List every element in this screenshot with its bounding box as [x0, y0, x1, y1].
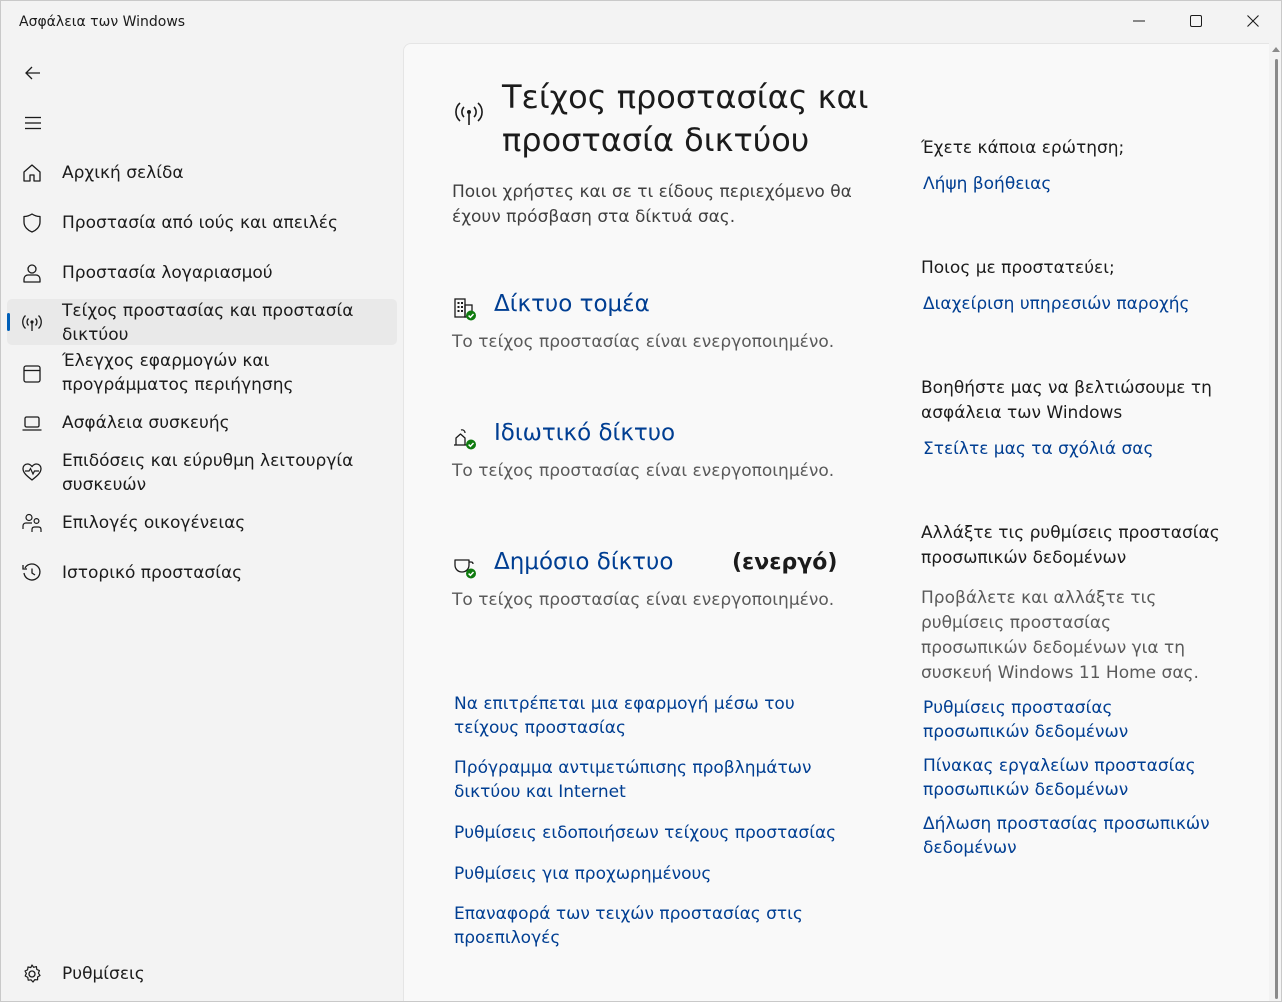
family-icon: [21, 512, 43, 534]
sidebar-item-family-options[interactable]: Επιλογές οικογένειας: [7, 505, 397, 541]
maximize-button[interactable]: [1168, 1, 1224, 41]
privacy-heading: Αλλάξτε τις ρυθμίσεις προστασίας προσωπι…: [921, 523, 1220, 568]
sidebar-item-label: Ασφάλεια συσκευής: [62, 413, 230, 433]
network-troubleshooter-link[interactable]: Πρόγραμμα αντιμετώπισης προβλημάτων δικτ…: [454, 756, 864, 804]
scrollbar-thumb[interactable]: [1275, 59, 1278, 999]
private-network-status: Το τείχος προστασίας είναι ενεργοποιημέν…: [452, 461, 835, 481]
heart-pulse-icon: [21, 461, 43, 483]
privacy-text: Προβάλετε και αλλάξτε τις ρυθμίσεις προσ…: [921, 588, 1199, 683]
sidebar-item-device-security[interactable]: Ασφάλεια συσκευής: [7, 405, 397, 441]
sidebar-item-firewall[interactable]: Τείχος προστασίας και προστασία δικτύου: [7, 299, 397, 345]
get-help-link[interactable]: Λήψη βοήθειας: [923, 172, 1223, 196]
private-network-icon: [452, 425, 478, 451]
sidebar-item-label: Επιδόσεις και εύρυθμη λειτουργία συσκευώ…: [62, 451, 354, 495]
maximize-icon: [1190, 15, 1202, 27]
page-title: Τείχος προστασίας και προστασία δικτύου: [502, 78, 869, 159]
gear-icon: [21, 963, 43, 985]
sidebar-item-protection-history[interactable]: Ιστορικό προστασίας: [7, 555, 397, 591]
vertical-scrollbar[interactable]: [1270, 43, 1282, 1001]
privacy-statement-link[interactable]: Δήλωση προστασίας προσωπικών δεδομένων: [923, 812, 1223, 860]
privacy-settings-link[interactable]: Ρυθμίσεις προστασίας προσωπικών δεδομένω…: [923, 696, 1223, 744]
title-bar: Ασφάλεια των Windows: [1, 1, 1281, 43]
page-description: Ποιοι χρήστες και σε τι είδους περιεχόμε…: [452, 182, 852, 227]
privacy-dashboard-link[interactable]: Πίνακας εργαλείων προστασίας προσωπικών …: [923, 754, 1223, 802]
menu-button[interactable]: [15, 105, 51, 141]
domain-network-section: Δίκτυο τομέα Το τείχος προστασίας είναι …: [452, 292, 872, 362]
app-browser-icon: [21, 363, 43, 385]
close-icon: [1247, 15, 1259, 27]
notification-settings-link[interactable]: Ρυθμίσεις ειδοποιήσεων τείχους προστασία…: [454, 821, 864, 845]
sidebar-item-label: Προστασία λογαριασμού: [62, 263, 273, 283]
sidebar-item-settings[interactable]: Ρυθμίσεις: [7, 956, 397, 992]
private-network-section: Ιδιωτικό δίκτυο Το τείχος προστασίας είν…: [452, 421, 872, 491]
app-window: Ασφάλεια των Windows Αρχική σελίδα Προστ…: [0, 0, 1282, 1002]
minimize-button[interactable]: [1111, 1, 1167, 41]
active-network-badge: (ενεργό): [732, 550, 838, 575]
back-button[interactable]: [15, 55, 51, 91]
sidebar-item-home[interactable]: Αρχική σελίδα: [7, 155, 397, 191]
shield-icon: [21, 212, 43, 234]
sidebar: Αρχική σελίδα Προστασία από ιούς και απε…: [1, 43, 403, 1001]
person-icon: [21, 262, 43, 284]
antenna-icon: [21, 312, 43, 334]
public-network-status: Το τείχος προστασίας είναι ενεργοποιημέν…: [452, 590, 835, 610]
sidebar-item-label: Ιστορικό προστασίας: [62, 563, 243, 583]
feedback-link[interactable]: Στείλτε μας τα σχόλιά σας: [923, 437, 1223, 461]
public-network-link[interactable]: Δημόσιο δίκτυο: [494, 550, 673, 574]
sidebar-item-label: Επιλογές οικογένειας: [62, 513, 246, 533]
sidebar-item-label: Αρχική σελίδα: [62, 163, 184, 183]
sidebar-item-label: Τείχος προστασίας και προστασία δικτύου: [62, 301, 354, 345]
minimize-icon: [1133, 20, 1145, 22]
sidebar-item-device-performance[interactable]: Επιδόσεις και εύρυθμη λειτουργία συσκευώ…: [7, 449, 397, 499]
home-icon: [21, 162, 43, 184]
sidebar-item-label: Ρυθμίσεις: [62, 964, 145, 984]
history-icon: [21, 562, 43, 584]
improve-heading: Βοηθήστε μας να βελτιώσουμε τη ασφάλεια …: [921, 378, 1212, 423]
question-heading: Έχετε κάποια ερώτηση;: [921, 138, 1125, 158]
advanced-settings-link[interactable]: Ρυθμίσεις για προχωρημένους: [454, 862, 864, 886]
allow-app-link[interactable]: Να επιτρέπεται μια εφαρμογή μέσω του τεί…: [454, 692, 864, 740]
scroll-up-arrow-icon[interactable]: [1272, 47, 1280, 52]
hamburger-icon: [25, 116, 41, 130]
sidebar-item-account-protection[interactable]: Προστασία λογαριασμού: [7, 255, 397, 291]
restore-defaults-link[interactable]: Επαναφορά των τειχών προστασίας στις προ…: [454, 902, 864, 950]
manage-providers-link[interactable]: Διαχείριση υπηρεσιών παροχής: [923, 292, 1223, 316]
sidebar-item-label: Προστασία από ιούς και απειλές: [62, 213, 338, 233]
who-protects-heading: Ποιος με προστατεύει;: [921, 258, 1115, 278]
antenna-icon: [454, 99, 484, 129]
private-network-link[interactable]: Ιδιωτικό δίκτυο: [494, 421, 675, 445]
main-content: Τείχος προστασίας και προστασία δικτύου …: [403, 43, 1269, 1001]
domain-network-link[interactable]: Δίκτυο τομέα: [494, 292, 650, 316]
laptop-icon: [21, 412, 43, 434]
domain-network-status: Το τείχος προστασίας είναι ενεργοποιημέν…: [452, 332, 835, 352]
back-arrow-icon: [25, 66, 40, 80]
window-title: Ασφάλεια των Windows: [19, 14, 186, 30]
close-button[interactable]: [1225, 1, 1281, 41]
sidebar-item-virus-protection[interactable]: Προστασία από ιούς και απειλές: [7, 205, 397, 241]
sidebar-item-label: Έλεγχος εφαρμογών και προγράμματος περιή…: [62, 351, 294, 395]
public-network-section: Δημόσιο δίκτυο (ενεργό) Το τείχος προστα…: [452, 550, 872, 620]
public-network-icon: [452, 554, 478, 580]
sidebar-item-app-browser-control[interactable]: Έλεγχος εφαρμογών και προγράμματος περιή…: [7, 349, 397, 399]
domain-network-icon: [452, 296, 478, 322]
